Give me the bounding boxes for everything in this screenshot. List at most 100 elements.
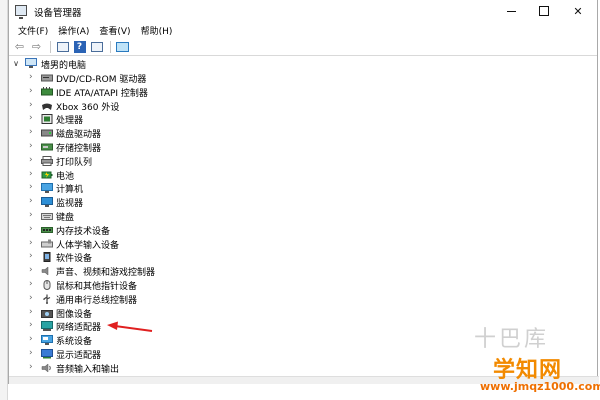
tree-item[interactable]: › 鼠标和其他指针设备: [9, 278, 597, 292]
software-device-icon: [43, 252, 51, 263]
device-manager-icon: [15, 5, 27, 19]
expand-chevron-icon[interactable]: ›: [29, 72, 33, 82]
watermark-text: 十巴库: [474, 327, 550, 352]
ide-controller-icon: [41, 86, 53, 96]
expand-chevron-icon[interactable]: ›: [29, 196, 33, 206]
tree-item[interactable]: › 通用串行总线控制器: [9, 292, 597, 306]
tree-item[interactable]: › 图像设备: [9, 306, 597, 320]
expand-chevron-icon[interactable]: ›: [29, 320, 33, 330]
expand-chevron-icon[interactable]: ›: [29, 265, 33, 275]
tree-item-label: 存储控制器: [56, 144, 102, 154]
tree-item[interactable]: › 计算机: [9, 181, 597, 195]
tree-item[interactable]: › 内存技术设备: [9, 223, 597, 237]
computer-icon: [41, 183, 53, 194]
help-icon: ?: [73, 40, 86, 53]
scan-hardware-button[interactable]: [115, 40, 130, 54]
tree-item[interactable]: › 打印队列: [9, 154, 597, 168]
properties-button[interactable]: [55, 40, 70, 54]
usb-icon: [43, 294, 51, 304]
collapse-chevron-icon[interactable]: ∨: [11, 59, 21, 68]
menu-help[interactable]: 帮助(H): [136, 24, 178, 37]
hid-icon: [41, 239, 53, 248]
computer-icon: [25, 58, 37, 68]
tree-item[interactable]: › 键盘: [9, 209, 597, 223]
tree-item-label: IDE ATA/ATAPI 控制器: [56, 88, 148, 99]
tree-item[interactable]: › 存储控制器: [9, 140, 597, 154]
tree-item-label: 通用串行总线控制器: [56, 295, 138, 306]
tree-item[interactable]: › 处理器: [9, 112, 597, 126]
menu-view[interactable]: 查看(V): [94, 24, 135, 37]
sound-icon: [41, 266, 49, 276]
annotation-arrow-icon: [107, 321, 153, 332]
minimize-button[interactable]: [495, 0, 527, 22]
forward-button[interactable]: ⇨: [29, 40, 44, 54]
tree-item-label: 磁盘驱动器: [56, 130, 102, 141]
scan-hardware-icon: [116, 41, 129, 52]
tree-item-label: 软件设备: [56, 254, 93, 265]
tree-item-label: Xbox 360 外设: [56, 102, 120, 113]
tree-root[interactable]: ∨ 墙男的电脑: [9, 57, 597, 71]
processor-icon: [41, 114, 53, 125]
tree-item[interactable]: › 声音、视频和游戏控制器: [9, 264, 597, 278]
printer-icon: [41, 155, 53, 166]
expand-chevron-icon[interactable]: ›: [29, 307, 33, 317]
keyboard-icon: [41, 213, 53, 220]
expand-chevron-icon[interactable]: ›: [29, 141, 33, 151]
tree-item[interactable]: › 电池: [9, 168, 597, 182]
expand-chevron-icon[interactable]: ›: [29, 348, 33, 358]
toolbar-separator: [50, 40, 51, 53]
toolbar: ⇦ ⇨ ?: [9, 38, 597, 56]
network-adapter-icon: [41, 321, 53, 332]
forward-arrow-icon: ⇨: [31, 40, 42, 53]
tree-item-label: 图像设备: [56, 309, 93, 320]
menu-file[interactable]: 文件(F): [13, 24, 53, 37]
tree-item-label: 显示适配器: [56, 351, 102, 361]
mouse-icon: [43, 280, 51, 290]
window-title: 设备管理器: [34, 8, 82, 19]
close-button[interactable]: ✕: [562, 0, 594, 22]
battery-icon: [41, 171, 53, 179]
expand-chevron-icon[interactable]: ›: [29, 251, 33, 261]
properties-icon: [56, 41, 69, 52]
back-arrow-icon: ⇦: [14, 40, 25, 53]
tree-item[interactable]: › IDE ATA/ATAPI 控制器: [9, 85, 597, 99]
tree-item[interactable]: › Xbox 360 外设: [9, 99, 597, 113]
expand-chevron-icon[interactable]: ›: [29, 210, 33, 220]
tree-item-label: 人体学输入设备: [56, 240, 120, 251]
menu-bar: 文件(F) 操作(A) 查看(V) 帮助(H): [9, 22, 597, 38]
tree-item[interactable]: › 磁盘驱动器: [9, 126, 597, 140]
expand-chevron-icon[interactable]: ›: [29, 279, 33, 289]
tree-item-label: DVD/CD-ROM 驱动器: [56, 75, 147, 85]
tree-item[interactable]: › 监视器: [9, 195, 597, 209]
tree-item-label: 键盘: [56, 213, 75, 223]
expand-chevron-icon[interactable]: ›: [29, 224, 33, 234]
back-button[interactable]: ⇦: [12, 40, 27, 54]
expand-chevron-icon[interactable]: ›: [29, 155, 33, 165]
display-adapter-icon: [41, 349, 53, 359]
expand-chevron-icon[interactable]: ›: [29, 334, 33, 344]
window-button[interactable]: [89, 40, 104, 54]
tree-item-label: 系统设备: [56, 337, 93, 348]
tree-item[interactable]: › DVD/CD-ROM 驱动器: [9, 71, 597, 85]
expand-chevron-icon[interactable]: ›: [29, 362, 33, 372]
expand-chevron-icon[interactable]: ›: [29, 86, 33, 96]
help-button[interactable]: ?: [72, 40, 87, 54]
expand-chevron-icon[interactable]: ›: [29, 127, 33, 137]
tree-item[interactable]: › 软件设备: [9, 250, 597, 264]
expand-chevron-icon[interactable]: ›: [29, 113, 33, 123]
tree-item-label: 处理器: [56, 116, 84, 127]
expand-chevron-icon[interactable]: ›: [29, 182, 33, 192]
expand-chevron-icon[interactable]: ›: [29, 293, 33, 303]
background-window-edge: [0, 0, 8, 400]
maximize-button[interactable]: [528, 0, 560, 22]
expand-chevron-icon[interactable]: ›: [29, 238, 33, 248]
expand-chevron-icon[interactable]: ›: [29, 100, 33, 110]
audio-io-icon: [41, 363, 51, 373]
disk-drive-icon: [41, 129, 53, 137]
tree-item-label: 内存技术设备: [56, 226, 111, 237]
tree-item[interactable]: › 人体学输入设备: [9, 237, 597, 251]
menu-action[interactable]: 操作(A): [53, 24, 94, 37]
title-bar: 设备管理器 ✕: [9, 0, 597, 22]
tree-item-label: 网络适配器: [56, 323, 102, 334]
expand-chevron-icon[interactable]: ›: [29, 169, 33, 179]
